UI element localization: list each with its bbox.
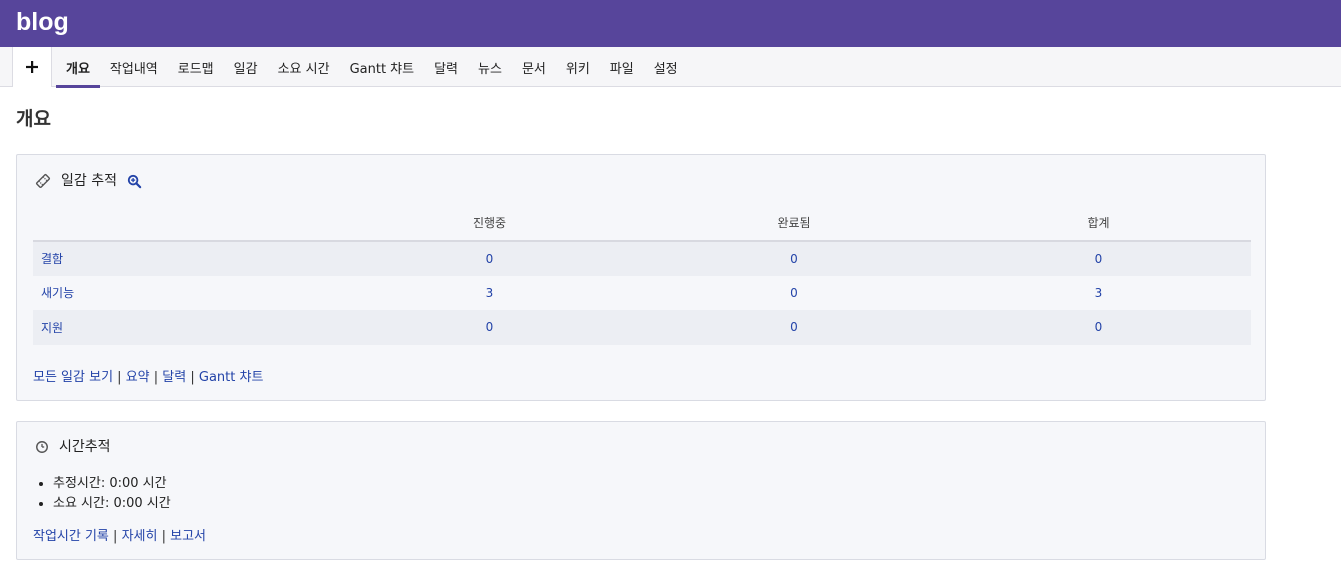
time-tracking-box: 시간추적 추정시간: 0:00 시간 소요 시간: 0:00 시간 작업시간 기… (16, 421, 1266, 560)
time-summary-list: 추정시간: 0:00 시간 소요 시간: 0:00 시간 (53, 474, 171, 514)
tracker-link-feature[interactable]: 새기능 (41, 286, 74, 300)
time-tracking-links: 작업시간 기록 | 자세히 | 보고서 (33, 525, 206, 544)
details-link[interactable]: 자세히 (122, 529, 158, 544)
page-title: 개요 (16, 108, 51, 130)
tab-overview[interactable]: 개요 (56, 47, 100, 88)
issue-tracking-links: 모든 일감 보기 | 요약 | 달력 | Gantt 챠트 (33, 366, 263, 385)
link-separator: | (161, 529, 166, 544)
issue-tracking-header: 일감 추적 (35, 171, 142, 191)
calendar-link[interactable]: 달력 (162, 370, 186, 385)
project-menu: 개요 작업내역 로드맵 일감 소요 시간 Gantt 챠트 달력 뉴스 문서 위… (0, 47, 1341, 88)
tab-settings[interactable]: 설정 (644, 47, 688, 87)
tab-calendar[interactable]: 달력 (424, 47, 468, 87)
link-separator: | (117, 370, 122, 385)
project-title[interactable]: blog (16, 6, 69, 38)
issue-tracking-title: 일감 추적 (61, 173, 117, 189)
table-header-row: 진행중 완료됨 합계 (33, 205, 1251, 242)
ticket-icon (35, 173, 51, 189)
tab-roadmap[interactable]: 로드맵 (168, 47, 224, 87)
column-header-tracker (33, 205, 337, 242)
top-header: blog (0, 0, 1341, 47)
tab-gantt[interactable]: Gantt 챠트 (340, 47, 425, 87)
open-count-link[interactable]: 0 (486, 320, 494, 334)
log-time-link[interactable]: 작업시간 기록 (33, 529, 109, 544)
table-row: 새기능 3 0 3 (33, 275, 1251, 310)
view-all-issues-link[interactable]: 모든 일감 보기 (33, 370, 113, 385)
closed-count-link[interactable]: 0 (790, 252, 798, 266)
tracker-link-bug[interactable]: 결함 (41, 252, 63, 266)
spent-time: 소요 시간: 0:00 시간 (53, 494, 171, 514)
tracker-link-support[interactable]: 지원 (41, 321, 63, 335)
tab-wiki[interactable]: 위키 (556, 47, 600, 87)
tab-issues[interactable]: 일감 (224, 47, 268, 87)
total-count-link[interactable]: 0 (1095, 320, 1103, 334)
new-object-button[interactable] (12, 47, 52, 87)
summary-link[interactable]: 요약 (126, 370, 150, 385)
tab-activity[interactable]: 작업내역 (100, 47, 168, 87)
tab-bar: 개요 작업내역 로드맵 일감 소요 시간 Gantt 챠트 달력 뉴스 문서 위… (56, 47, 688, 88)
plus-icon (26, 61, 38, 73)
clock-icon (36, 441, 48, 453)
column-header-open: 진행중 (337, 205, 642, 242)
table-row: 결함 0 0 0 (33, 241, 1251, 276)
time-tracking-header: 시간추적 (35, 437, 111, 457)
link-separator: | (153, 370, 159, 385)
tab-time-entries[interactable]: 소요 시간 (268, 47, 340, 87)
link-separator: | (113, 529, 118, 544)
column-header-closed: 완료됨 (642, 205, 946, 242)
total-count-link[interactable]: 0 (1095, 252, 1103, 266)
open-count-link[interactable]: 3 (486, 286, 494, 300)
issue-tracking-box: 일감 추적 진행중 완료됨 합계 결함 0 0 0 새기능 3 0 3 지원 0… (16, 154, 1266, 401)
total-count-link[interactable]: 3 (1095, 286, 1103, 300)
tab-documents[interactable]: 문서 (512, 47, 556, 87)
tab-news[interactable]: 뉴스 (468, 47, 512, 87)
report-link[interactable]: 보고서 (170, 529, 206, 544)
estimated-time: 추정시간: 0:00 시간 (53, 474, 171, 494)
issue-tracking-table: 진행중 완료됨 합계 결함 0 0 0 새기능 3 0 3 지원 0 0 0 (33, 205, 1251, 345)
closed-count-link[interactable]: 0 (790, 320, 798, 334)
closed-count-link[interactable]: 0 (790, 286, 798, 300)
table-row: 지원 0 0 0 (33, 310, 1251, 345)
time-tracking-title: 시간추적 (59, 439, 111, 455)
column-header-total: 합계 (946, 205, 1251, 242)
open-count-link[interactable]: 0 (486, 252, 494, 266)
link-separator: | (190, 370, 195, 385)
zoom-in-icon[interactable] (127, 174, 142, 189)
gantt-link[interactable]: Gantt 챠트 (199, 370, 264, 385)
tab-files[interactable]: 파일 (600, 47, 644, 87)
